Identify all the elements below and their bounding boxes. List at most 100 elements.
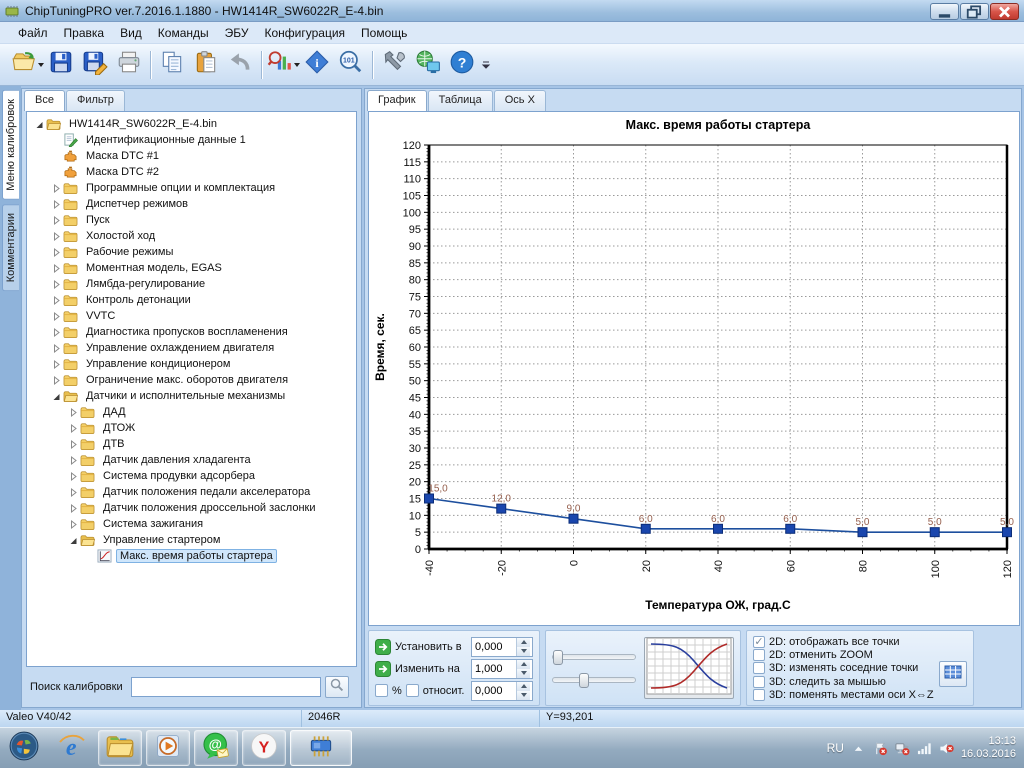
tree-item[interactable]: Программные опции и комплектация [27,180,356,196]
tree-item[interactable]: Маска DTC #1 [27,148,356,164]
menu-item[interactable]: Команды [150,24,217,42]
spin-up-button[interactable] [517,638,530,647]
tree-item[interactable]: VVTC [27,308,356,324]
tray-arrow-icon[interactable] [851,741,866,756]
percent-checkbox[interactable] [375,684,388,697]
grid-table-button[interactable] [939,661,967,687]
expander-closed-icon[interactable] [50,214,63,227]
spin-up-button[interactable] [517,660,530,669]
windows-explorer-button[interactable] [98,730,142,766]
tray-clock[interactable]: 13:1316.03.2016 [961,735,1016,761]
tree-item[interactable]: Идентификационные данные 1 [27,132,356,148]
title-bar[interactable]: ChipTuningPRO ver.7.2016.1.1880 - HW1414… [0,0,1024,22]
tree-item[interactable]: Диспетчер режимов [27,196,356,212]
tree-item[interactable]: Диагностика пропусков воспламенения [27,324,356,340]
expander-closed-icon[interactable] [50,262,63,275]
media-player-button[interactable] [146,730,190,766]
yandex-browser-button[interactable]: Y [242,730,286,766]
tab-filter[interactable]: Фильтр [66,90,125,111]
menu-item[interactable]: Правка [56,24,113,42]
minimize-button[interactable] [930,3,959,20]
tree-item[interactable]: Датчик давления хладагента [27,452,356,468]
tree-item[interactable]: Датчик положения педали акселератора [27,484,356,500]
tab-table[interactable]: Таблица [428,90,493,111]
option-checkbox[interactable]: ✓ [753,636,765,648]
toolbar-button[interactable] [78,49,112,81]
action-center-icon[interactable] [873,741,888,756]
search-input[interactable] [131,677,321,697]
expander-closed-icon[interactable] [50,358,63,371]
tab-all[interactable]: Все [24,90,65,111]
menu-item[interactable]: Файл [10,24,56,42]
option-checkbox[interactable] [753,649,765,661]
expander-closed-icon[interactable] [67,454,80,467]
toolbar-button[interactable] [411,49,445,81]
search-button[interactable] [325,676,349,698]
option-checkbox[interactable] [753,662,765,674]
tree-item[interactable]: Маска DTC #2 [27,164,356,180]
expander-closed-icon[interactable] [67,502,80,515]
tree-item[interactable]: Контроль детонации [27,292,356,308]
apply-change-button[interactable] [375,661,391,677]
set-value-input[interactable] [472,638,516,656]
tab-axis-x[interactable]: Ось X [494,90,546,111]
mailru-agent-button[interactable]: @ [194,730,238,766]
chart-canvas[interactable]: Макс. время работы стартера0510152025303… [368,111,1020,626]
expander-closed-icon[interactable] [67,470,80,483]
tree-item[interactable]: Система продувки адсорбера [27,468,356,484]
tree-item[interactable]: Пуск [27,212,356,228]
tree-item[interactable]: Датчики и исполнительные механизмы [27,388,356,404]
relative-checkbox[interactable] [406,684,419,697]
toolbar-button[interactable] [377,49,411,81]
tree-item[interactable]: Холостой ход [27,228,356,244]
expander-open-icon[interactable] [50,390,63,403]
toolbar-button[interactable] [189,49,223,81]
smoothing-slider-2[interactable] [552,673,636,687]
tree-item[interactable]: ДТВ [27,436,356,452]
toolbar-button[interactable]: ? [445,49,479,81]
menu-item[interactable]: Вид [112,24,150,42]
change-value-input[interactable] [472,660,516,678]
expander-closed-icon[interactable] [50,198,63,211]
expander-closed-icon[interactable] [50,310,63,323]
toolbar-button[interactable] [155,49,189,81]
start-button[interactable] [2,730,46,766]
spin-down-button[interactable] [517,647,530,656]
expander-closed-icon[interactable] [50,278,63,291]
toolbar-button[interactable]: 101 [334,49,368,81]
network-error-icon[interactable] [895,741,910,756]
option-checkbox[interactable] [753,676,765,688]
dropdown-arrow-icon[interactable] [294,63,300,67]
tree-item[interactable]: Датчик положения дроссельной заслонки [27,500,356,516]
tree-item[interactable]: HW1414R_SW6022R_E-4.bin [27,116,356,132]
option-checkbox[interactable] [753,689,765,701]
tree-item[interactable]: Макс. время работы стартера [27,548,356,564]
curve-preview-button[interactable] [644,637,734,699]
tree-item[interactable]: Управление кондиционером [27,356,356,372]
apply-set-button[interactable] [375,639,391,655]
expander-open-icon[interactable] [67,534,80,547]
expander-closed-icon[interactable] [50,326,63,339]
spin-down-button[interactable] [517,691,530,700]
smoothing-slider-1[interactable] [552,650,636,664]
tree-item[interactable]: Лямбда-регулирование [27,276,356,292]
side-tab-calibration-menu[interactable]: Меню калибровок [2,90,19,200]
toolbar-button[interactable] [223,49,257,81]
menu-item[interactable]: Помощь [353,24,415,42]
spin-down-button[interactable] [517,669,530,678]
tree-item[interactable]: Моментная модель, EGAS [27,260,356,276]
tree-item[interactable]: Управление охлаждением двигателя [27,340,356,356]
dropdown-arrow-icon[interactable] [38,63,44,67]
internet-explorer-button[interactable]: e [50,730,94,766]
spin-up-button[interactable] [517,682,530,691]
toolbar-button[interactable]: i [300,49,334,81]
set-value-spinner[interactable] [471,637,533,657]
tab-graph[interactable]: График [367,90,427,111]
expander-closed-icon[interactable] [50,374,63,387]
expander-closed-icon[interactable] [67,422,80,435]
expander-closed-icon[interactable] [50,294,63,307]
toolbar-button[interactable] [44,49,78,81]
expander-open-icon[interactable] [33,118,46,131]
volume-muted-icon[interactable] [939,741,954,756]
toolbar-button[interactable] [10,49,44,81]
